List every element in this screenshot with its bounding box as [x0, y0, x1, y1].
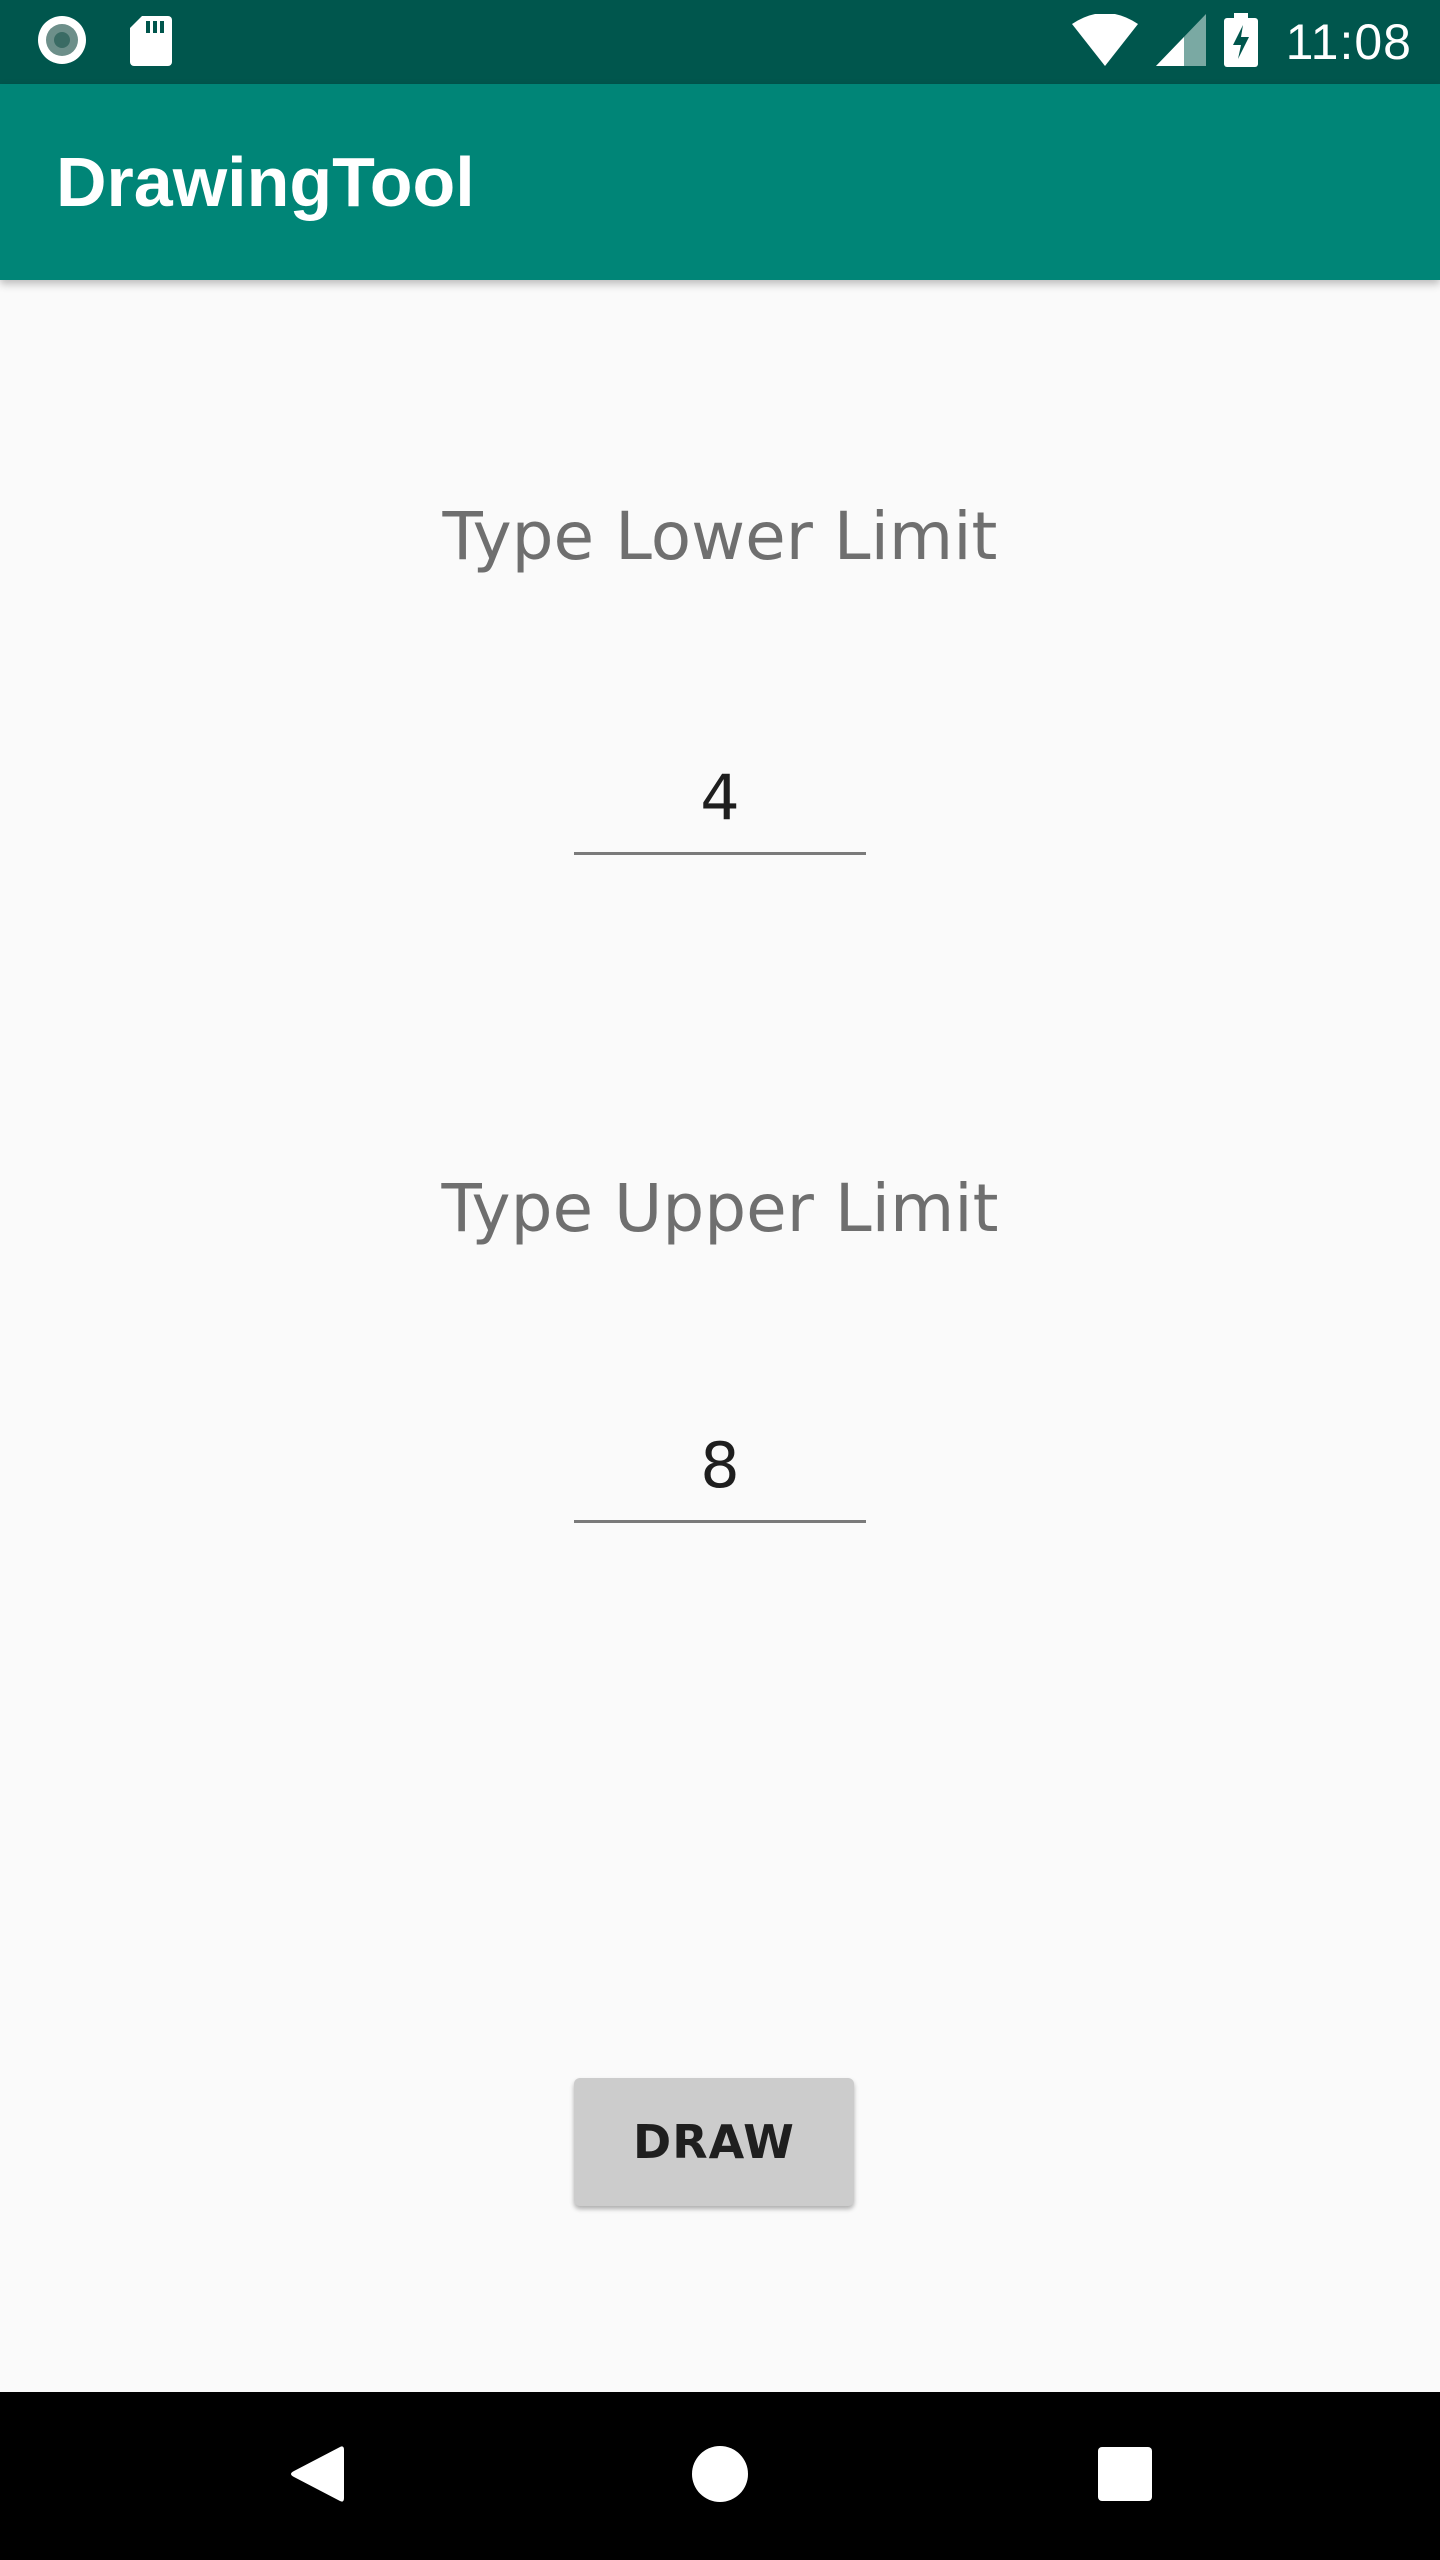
- recents-icon: [1098, 2446, 1152, 2506]
- draw-button[interactable]: DRAW: [574, 2078, 854, 2206]
- app-bar: DrawingTool: [0, 84, 1440, 280]
- back-icon: [288, 2443, 344, 2510]
- record-icon: [36, 14, 88, 71]
- battery-charging-icon: [1223, 12, 1258, 72]
- screen: 11:08 DrawingTool Type Lower Limit Type …: [0, 0, 1440, 2560]
- back-button[interactable]: [232, 2392, 400, 2560]
- status-bar: 11:08: [0, 0, 1440, 84]
- app-title: DrawingTool: [56, 143, 475, 221]
- cell-signal-icon: [1155, 13, 1206, 71]
- lower-limit-field[interactable]: [574, 742, 866, 855]
- status-time: 11:08: [1285, 14, 1412, 70]
- upper-limit-label: Type Upper Limit: [441, 1170, 999, 1247]
- status-left: [36, 14, 172, 71]
- upper-limit-input[interactable]: [574, 1410, 866, 1520]
- home-button[interactable]: [636, 2392, 804, 2560]
- upper-limit-field[interactable]: [574, 1410, 866, 1523]
- lower-limit-input[interactable]: [574, 742, 866, 852]
- home-icon: [691, 2445, 749, 2508]
- lower-limit-label: Type Lower Limit: [442, 498, 998, 575]
- wifi-icon: [1071, 12, 1138, 71]
- navigation-bar: [0, 2392, 1440, 2560]
- status-right: 11:08: [1071, 12, 1412, 72]
- recents-button[interactable]: [1041, 2392, 1209, 2560]
- sd-card-icon: [130, 14, 172, 71]
